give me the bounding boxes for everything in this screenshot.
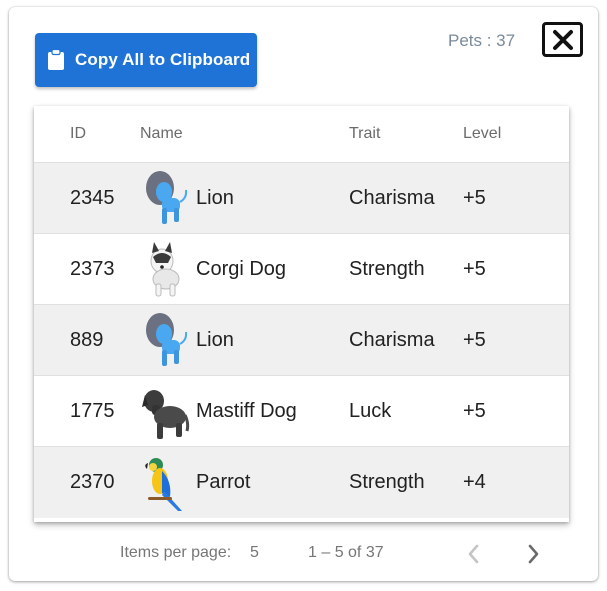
previous-page-button[interactable] [462, 540, 486, 568]
table-row[interactable]: 2370 Parrot Strength +4 [34, 447, 569, 518]
mastiff-icon [142, 390, 190, 439]
page-size-select[interactable]: 5 [250, 544, 259, 562]
close-icon [552, 29, 573, 50]
cell-trait: Strength [349, 257, 425, 280]
cell-trait: Strength [349, 471, 425, 493]
page-range-label: 1 – 5 of 37 [308, 544, 384, 561]
cell-name: Parrot [140, 453, 250, 513]
table-row[interactable]: 889 Lion Charisma +5 [34, 305, 569, 376]
lion-icon [146, 171, 188, 224]
header-level[interactable]: Level [463, 125, 501, 143]
parrot-icon [145, 457, 182, 511]
pet-name: Parrot [196, 471, 251, 493]
copy-all-label: Copy All to Clipboard [75, 50, 251, 69]
corgi-icon [150, 242, 180, 297]
cell-id: 2373 [70, 257, 115, 280]
table-header: ID Name Trait Level [34, 106, 569, 163]
cell-trait: Luck [349, 399, 392, 422]
chevron-left-icon [468, 544, 479, 564]
cell-trait: Charisma [349, 328, 435, 351]
cell-name: Lion [140, 168, 234, 228]
cell-level: +5 [463, 399, 486, 422]
paginator: Items per page: 5 1 – 5 of 37 [9, 540, 598, 570]
header-id[interactable]: ID [70, 125, 86, 143]
table-row[interactable]: 1775 Mastiff Dog Luck +5 [34, 376, 569, 447]
cell-id: 2370 [70, 471, 115, 493]
copy-all-button[interactable]: Copy All to Clipboard [35, 33, 257, 87]
pets-count: Pets : 37 [448, 31, 516, 50]
cell-id: 2345 [70, 186, 115, 209]
pets-table: ID Name Trait Level 2345 Lion Charisma +… [34, 106, 569, 522]
cell-name: Corgi Dog [140, 239, 286, 299]
chevron-right-icon [528, 544, 539, 564]
lion-icon [146, 313, 188, 366]
cell-name: Lion [140, 310, 234, 370]
cell-trait: Charisma [349, 186, 435, 209]
table-row[interactable]: 2373 Corgi Dog Strength +5 [34, 234, 569, 305]
cell-level: +5 [463, 186, 486, 209]
pet-name: Mastiff Dog [196, 399, 297, 422]
pet-name: Lion [196, 186, 234, 209]
header-trait[interactable]: Trait [349, 125, 380, 143]
cell-id: 1775 [70, 399, 115, 422]
pet-name: Corgi Dog [196, 257, 287, 280]
pet-list-dialog: Copy All to Clipboard Pets : 37 ID Name … [9, 7, 598, 581]
pet-name: Lion [196, 328, 234, 351]
header-name[interactable]: Name [140, 125, 183, 143]
cell-level: +5 [463, 257, 486, 280]
next-page-button[interactable] [521, 540, 545, 568]
close-button[interactable] [542, 22, 583, 57]
clipboard-icon [47, 48, 65, 71]
items-per-page-label: Items per page: [120, 544, 232, 561]
cell-name: Mastiff Dog [140, 381, 297, 441]
table-row[interactable]: 2345 Lion Charisma +5 [34, 163, 569, 234]
cell-level: +4 [463, 471, 486, 493]
cell-level: +5 [463, 328, 486, 351]
cell-id: 889 [70, 328, 104, 351]
